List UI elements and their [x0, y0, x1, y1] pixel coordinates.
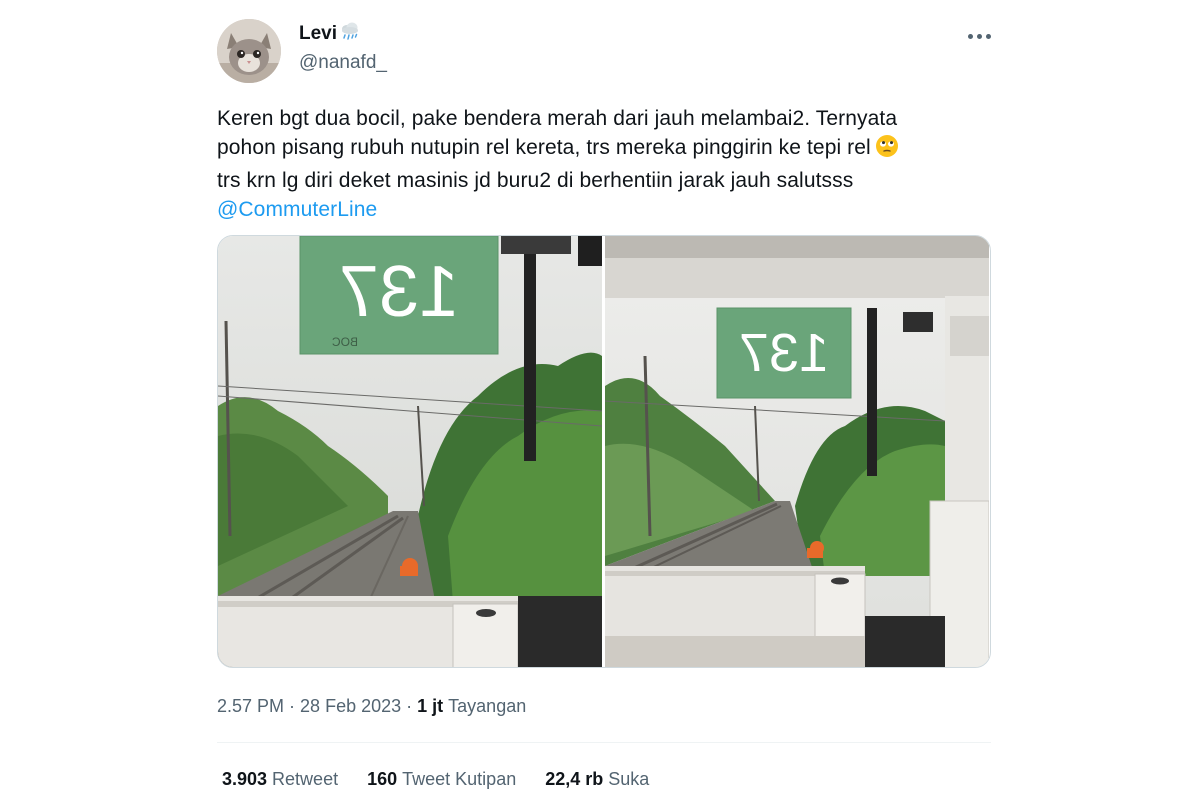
media-grid: 137 BOC 137	[217, 235, 991, 668]
quotes-count: 160	[367, 768, 398, 789]
likes-stat[interactable]: 22,4 rb Suka	[545, 769, 649, 790]
meta-separator-2: ·	[406, 695, 413, 716]
sign-text-1: 137	[339, 252, 459, 332]
author-display-name[interactable]: Levi	[299, 23, 337, 45]
author-name-row[interactable]: Levi	[299, 22, 361, 46]
tweet-text: Keren bgt dua bocil, pake bendera merah …	[217, 104, 1007, 224]
tweet-meta: 2.57 PM · 28 Feb 2023 · 1 jt Tayangan	[217, 694, 526, 718]
tweet-card: Levi @nanafd_ Keren bgt dua bocil, pake …	[0, 0, 1200, 800]
tweet-text-line-1: Keren bgt dua bocil, pake bendera merah …	[217, 107, 898, 130]
views-count: 1 jt	[417, 695, 444, 716]
cat-avatar-image	[217, 19, 281, 83]
divider	[217, 742, 991, 743]
tweet-text-line-3: trs krn lg diri deket masinis jd buru2 d…	[217, 169, 854, 192]
tweet-date[interactable]: 28 Feb 2023	[300, 696, 401, 717]
photo-2[interactable]: 137	[605, 236, 989, 667]
quotes-stat[interactable]: 160 Tweet Kutipan	[367, 769, 516, 790]
quotes-label: Tweet Kutipan	[402, 768, 517, 789]
author-handle[interactable]: @nanafd_	[299, 52, 387, 74]
views-label: Tayangan	[448, 695, 527, 716]
svg-text:BOC: BOC	[332, 335, 358, 349]
more-horizontal-icon[interactable]	[961, 22, 997, 50]
likes-count: 22,4 rb	[545, 768, 604, 789]
retweets-label: Retweet	[272, 768, 339, 789]
meta-separator: ·	[289, 695, 296, 716]
retweets-count: 3.903	[222, 768, 268, 789]
likes-label: Suka	[608, 768, 650, 789]
photo-1[interactable]: 137 BOC	[218, 236, 602, 667]
tweet-text-line-2-wrapper: pohon pisang rubuh nutupin rel kereta, t…	[217, 133, 1007, 166]
avatar[interactable]	[217, 19, 281, 83]
cloud-with-rain-icon	[339, 20, 361, 48]
retweets-stat[interactable]: 3.903 Retweet	[222, 769, 338, 790]
face-with-rolling-eyes-icon	[875, 134, 899, 166]
mention-link[interactable]: @CommuterLine	[217, 195, 1007, 224]
tweet-stats: 3.903 Retweet 160 Tweet Kutipan 22,4 rb …	[222, 767, 678, 791]
tweet-time[interactable]: 2.57 PM	[217, 696, 284, 717]
sign-text-2: 137	[739, 323, 829, 383]
tweet-text-line-2: pohon pisang rubuh nutupin rel kereta, t…	[217, 136, 871, 159]
